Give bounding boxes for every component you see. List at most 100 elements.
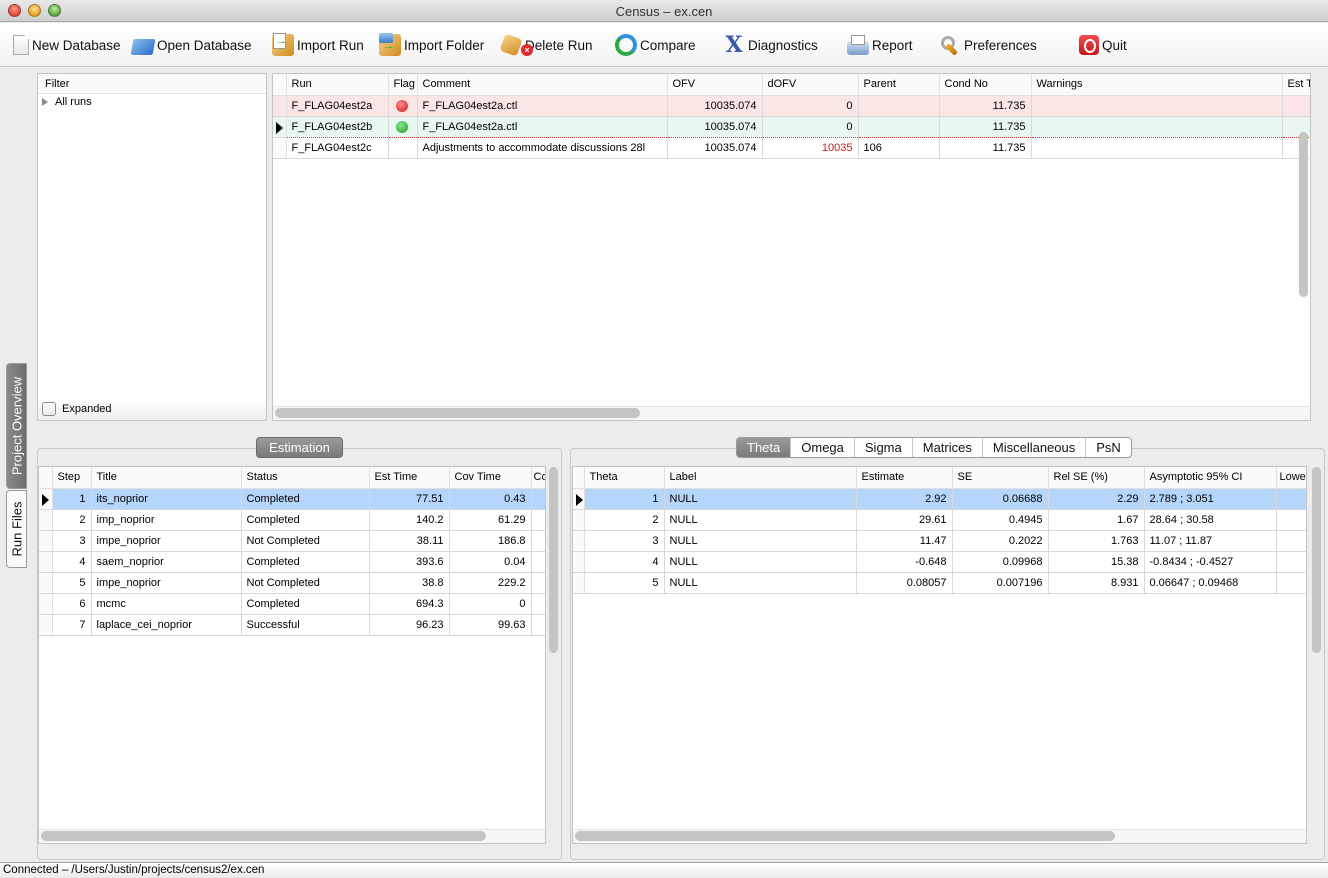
flag-cell[interactable]	[388, 137, 418, 159]
theta-index-cell[interactable]: 5	[584, 572, 665, 594]
status-cell[interactable]: Not Completed	[241, 530, 370, 552]
estimate-cell[interactable]: 11.47	[856, 530, 953, 552]
column-header-estimate[interactable]: Estimate	[856, 467, 953, 489]
run-row-selected[interactable]: F_FLAG04est2b F_FLAG04est2a.ctl 10035.07…	[273, 115, 1310, 138]
cov-time-cell[interactable]: 0.43	[449, 488, 532, 510]
se-cell[interactable]: 0.007196	[952, 572, 1049, 594]
cov-time-cell[interactable]: 61.29	[449, 509, 532, 531]
dofv-cell[interactable]: 0	[762, 95, 859, 117]
status-cell[interactable]: Completed	[241, 509, 370, 531]
co-cell[interactable]	[531, 572, 545, 594]
comment-cell[interactable]: F_FLAG04est2a.ctl	[417, 115, 668, 138]
est-time-cell[interactable]: 38.11	[369, 530, 450, 552]
status-cell[interactable]: Completed	[241, 593, 370, 615]
est-time-cell[interactable]	[1282, 95, 1310, 117]
estimation-row[interactable]: 7 laplace_cei_noprior Successful 96.23 99.63	[39, 614, 545, 636]
status-cell[interactable]: Completed	[241, 551, 370, 573]
warnings-cell[interactable]	[1031, 137, 1283, 159]
title-cell[interactable]: laplace_cei_noprior	[91, 614, 242, 636]
ci-cell[interactable]: 11.07 ; 11.87	[1144, 530, 1277, 552]
title-cell[interactable]: imp_noprior	[91, 509, 242, 531]
se-cell[interactable]: 0.2022	[952, 530, 1049, 552]
theta-row[interactable]: 3 NULL 11.47 0.2022 1.763 11.07 ; 11.87	[573, 530, 1306, 552]
column-header-step[interactable]: Step	[52, 467, 92, 489]
column-header-co[interactable]: Co	[531, 467, 545, 489]
run-row[interactable]: F_FLAG04est2c Adjustments to accommodate…	[273, 137, 1310, 159]
cov-time-cell[interactable]: 229.2	[449, 572, 532, 594]
tab-matrices[interactable]: Matrices	[913, 438, 983, 457]
lower-cell[interactable]	[1276, 530, 1306, 552]
estimation-row[interactable]: 3 impe_noprior Not Completed 38.11 186.8	[39, 530, 545, 552]
import-folder-button[interactable]: Import Folder	[379, 33, 484, 57]
est-time-cell[interactable]: 38.8	[369, 572, 450, 594]
ofv-cell[interactable]: 10035.074	[667, 115, 763, 138]
step-cell[interactable]: 2	[52, 509, 92, 531]
column-header-parent[interactable]: Parent	[858, 74, 940, 96]
comment-cell[interactable]: F_FLAG04est2a.ctl	[417, 95, 668, 117]
tab-project-overview[interactable]: Project Overview	[6, 363, 27, 489]
disclosure-triangle-icon[interactable]	[42, 98, 48, 106]
lower-cell[interactable]	[1276, 551, 1306, 573]
run-name-cell[interactable]: F_FLAG04est2b	[286, 115, 389, 138]
est-time-cell[interactable]: 694.3	[369, 593, 450, 615]
estimation-row[interactable]: 6 mcmc Completed 694.3 0	[39, 593, 545, 615]
step-cell[interactable]: 7	[52, 614, 92, 636]
lower-cell[interactable]	[1276, 488, 1306, 510]
co-cell[interactable]	[531, 614, 545, 636]
ci-cell[interactable]: -0.8434 ; -0.4527	[1144, 551, 1277, 573]
tab-psn[interactable]: PsN	[1086, 438, 1131, 457]
parent-cell[interactable]: 106	[858, 137, 940, 159]
label-cell[interactable]: NULL	[664, 572, 857, 594]
estimation-row[interactable]: 1 its_noprior Completed 77.51 0.43	[39, 488, 545, 510]
tab-run-files[interactable]: Run Files	[6, 490, 27, 568]
se-cell[interactable]: 0.4945	[952, 509, 1049, 531]
column-header-cov-time[interactable]: Cov Time	[449, 467, 532, 489]
estimate-cell[interactable]: 2.92	[856, 488, 953, 510]
rel-se-cell[interactable]: 1.763	[1048, 530, 1145, 552]
run-name-cell[interactable]: F_FLAG04est2a	[286, 95, 389, 117]
diagnostics-button[interactable]: X Diagnostics	[723, 33, 817, 57]
step-cell[interactable]: 5	[52, 572, 92, 594]
column-header-theta[interactable]: Theta	[584, 467, 665, 489]
theta-vertical-scrollbar[interactable]	[1312, 467, 1321, 653]
title-cell[interactable]: impe_noprior	[91, 530, 242, 552]
column-header-comment[interactable]: Comment	[417, 74, 668, 96]
estimation-tab[interactable]: Estimation	[256, 437, 343, 458]
flag-cell[interactable]	[388, 95, 418, 117]
quit-button[interactable]: Quit	[1079, 33, 1127, 57]
lower-cell[interactable]	[1276, 509, 1306, 531]
estimation-row[interactable]: 2 imp_noprior Completed 140.2 61.29	[39, 509, 545, 531]
estimate-cell[interactable]: 29.61	[856, 509, 953, 531]
tab-omega[interactable]: Omega	[791, 438, 855, 457]
label-cell[interactable]: NULL	[664, 509, 857, 531]
step-cell[interactable]: 1	[52, 488, 92, 510]
import-run-button[interactable]: Import Run	[272, 33, 364, 57]
cov-time-cell[interactable]: 0	[449, 593, 532, 615]
cov-time-cell[interactable]: 0.04	[449, 551, 532, 573]
column-header-run[interactable]: Run	[286, 74, 389, 96]
ci-cell[interactable]: 28.64 ; 30.58	[1144, 509, 1277, 531]
title-cell[interactable]: mcmc	[91, 593, 242, 615]
title-cell[interactable]: its_noprior	[91, 488, 242, 510]
label-cell[interactable]: NULL	[664, 488, 857, 510]
cov-time-cell[interactable]: 186.8	[449, 530, 532, 552]
cond-no-cell[interactable]: 11.735	[939, 95, 1032, 117]
column-header-flag[interactable]: Flag	[388, 74, 418, 96]
label-cell[interactable]: NULL	[664, 551, 857, 573]
co-cell[interactable]	[531, 530, 545, 552]
column-header-est-time[interactable]: Est T	[1282, 74, 1310, 96]
theta-index-cell[interactable]: 1	[584, 488, 665, 510]
theta-row[interactable]: 1 NULL 2.92 0.06688 2.29 2.789 ; 3.051	[573, 488, 1306, 510]
column-header-cond-no[interactable]: Cond No	[939, 74, 1032, 96]
status-cell[interactable]: Successful	[241, 614, 370, 636]
estimate-cell[interactable]: -0.648	[856, 551, 953, 573]
status-cell[interactable]: Not Completed	[241, 572, 370, 594]
column-header-label[interactable]: Label	[664, 467, 857, 489]
rel-se-cell[interactable]: 8.931	[1048, 572, 1145, 594]
column-header-se[interactable]: SE	[952, 467, 1049, 489]
estimation-row[interactable]: 5 impe_noprior Not Completed 38.8 229.2	[39, 572, 545, 594]
co-cell[interactable]	[531, 488, 545, 510]
report-button[interactable]: Report	[847, 33, 913, 57]
column-header-ofv[interactable]: OFV	[667, 74, 763, 96]
status-cell[interactable]: Completed	[241, 488, 370, 510]
